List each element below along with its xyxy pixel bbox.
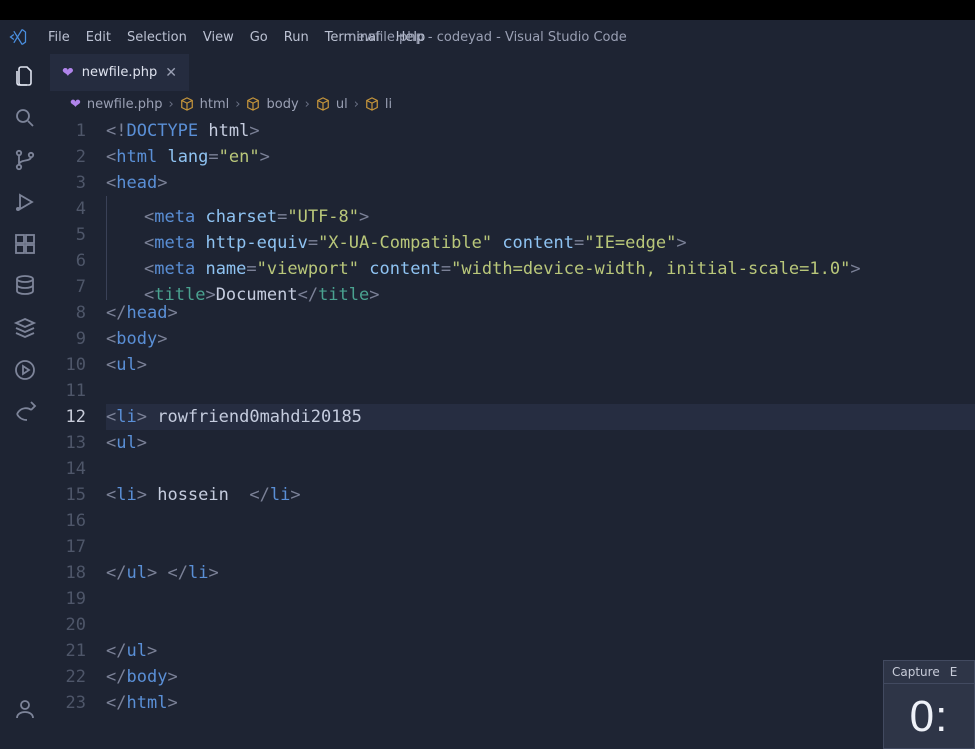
share-icon[interactable] <box>11 398 39 426</box>
code-line[interactable]: <meta name="viewport" content="width=dev… <box>106 248 975 274</box>
code-line[interactable]: <head> <box>106 170 975 196</box>
code-line[interactable]: <!DOCTYPE html> <box>106 118 975 144</box>
tab-newfile-php[interactable]: ❤ newfile.php ✕ <box>50 54 189 91</box>
debug-run-icon[interactable] <box>11 188 39 216</box>
code-line[interactable]: </ul> <box>106 638 975 664</box>
code-line[interactable]: <body> <box>106 326 975 352</box>
code-line[interactable]: <meta http-equiv="X-UA-Compatible" conte… <box>106 222 975 248</box>
vscode-window: FileEditSelectionViewGoRunTerminalHelp n… <box>0 20 975 749</box>
chevron-right-icon: › <box>354 97 359 112</box>
code-line[interactable]: </html> <box>106 690 975 716</box>
element-icon <box>246 97 260 111</box>
activity-bar <box>0 54 50 749</box>
breadcrumb-segment[interactable]: newfile.php <box>87 97 163 112</box>
vscode-logo-icon <box>8 27 28 47</box>
breadcrumb-segment[interactable]: ul <box>336 97 348 112</box>
close-icon[interactable]: ✕ <box>165 65 177 81</box>
code-line[interactable] <box>106 378 975 404</box>
chevron-right-icon: › <box>305 97 310 112</box>
search-icon[interactable] <box>11 104 39 132</box>
menu-bar: FileEditSelectionViewGoRunTerminalHelp <box>40 26 433 49</box>
menu-terminal[interactable]: Terminal <box>317 26 388 49</box>
code-line[interactable]: <li> rowfriend0mahdi20185 <box>106 404 975 430</box>
php-file-icon: ❤ <box>62 65 74 81</box>
chevron-right-icon: › <box>235 97 240 112</box>
code-line[interactable] <box>106 612 975 638</box>
element-icon <box>180 97 194 111</box>
menu-run[interactable]: Run <box>276 26 317 49</box>
tab-label: newfile.php <box>82 65 158 80</box>
chevron-right-icon: › <box>168 97 173 112</box>
files-icon[interactable] <box>11 62 39 90</box>
editor-tabs: ❤ newfile.php ✕ <box>50 54 975 92</box>
breadcrumbs[interactable]: ❤ newfile.php › html › body › ul › li <box>50 92 975 116</box>
php-file-icon: ❤ <box>70 97 81 112</box>
element-icon <box>365 97 379 111</box>
database-icon[interactable] <box>11 272 39 300</box>
code-line[interactable]: <li> hossein </li> <box>106 482 975 508</box>
code-line[interactable]: </ul> </li> <box>106 560 975 586</box>
code-line[interactable]: <meta charset="UTF-8"> <box>106 196 975 222</box>
account-icon[interactable] <box>11 695 39 723</box>
code-content[interactable]: <!DOCTYPE html><html lang="en"><head><me… <box>106 118 975 749</box>
code-line[interactable]: <ul> <box>106 352 975 378</box>
capture-overlay[interactable]: Capture E 0: <box>883 660 975 749</box>
breadcrumb-segment[interactable]: body <box>266 97 298 112</box>
overlay-timer: 0: <box>910 692 949 742</box>
menu-view[interactable]: View <box>195 26 242 49</box>
menu-go[interactable]: Go <box>242 26 276 49</box>
code-line[interactable]: <html lang="en"> <box>106 144 975 170</box>
menu-help[interactable]: Help <box>388 26 434 49</box>
extensions-icon[interactable] <box>11 230 39 258</box>
titlebar: FileEditSelectionViewGoRunTerminalHelp n… <box>0 20 975 54</box>
editor-group: ❤ newfile.php ✕ ❤ newfile.php › html › body › u… <box>50 54 975 749</box>
menu-edit[interactable]: Edit <box>78 26 119 49</box>
code-line[interactable] <box>106 534 975 560</box>
line-number-gutter: 1234567891011121314151617181920212223 <box>50 118 106 749</box>
code-line[interactable] <box>106 586 975 612</box>
overlay-btn-e[interactable]: E <box>950 665 958 679</box>
overlay-btn-capture[interactable]: Capture <box>892 665 940 679</box>
code-editor[interactable]: 1234567891011121314151617181920212223 <!… <box>50 116 975 749</box>
menu-file[interactable]: File <box>40 26 78 49</box>
element-icon <box>316 97 330 111</box>
menu-selection[interactable]: Selection <box>119 26 195 49</box>
code-line[interactable] <box>106 508 975 534</box>
arrow-circle-icon[interactable] <box>11 356 39 384</box>
code-line[interactable]: </body> <box>106 664 975 690</box>
breadcrumb-segment[interactable]: html <box>200 97 230 112</box>
code-line[interactable] <box>106 456 975 482</box>
breadcrumb-segment[interactable]: li <box>385 97 392 112</box>
stack-icon[interactable] <box>11 314 39 342</box>
git-branch-icon[interactable] <box>11 146 39 174</box>
code-line[interactable]: <ul> <box>106 430 975 456</box>
